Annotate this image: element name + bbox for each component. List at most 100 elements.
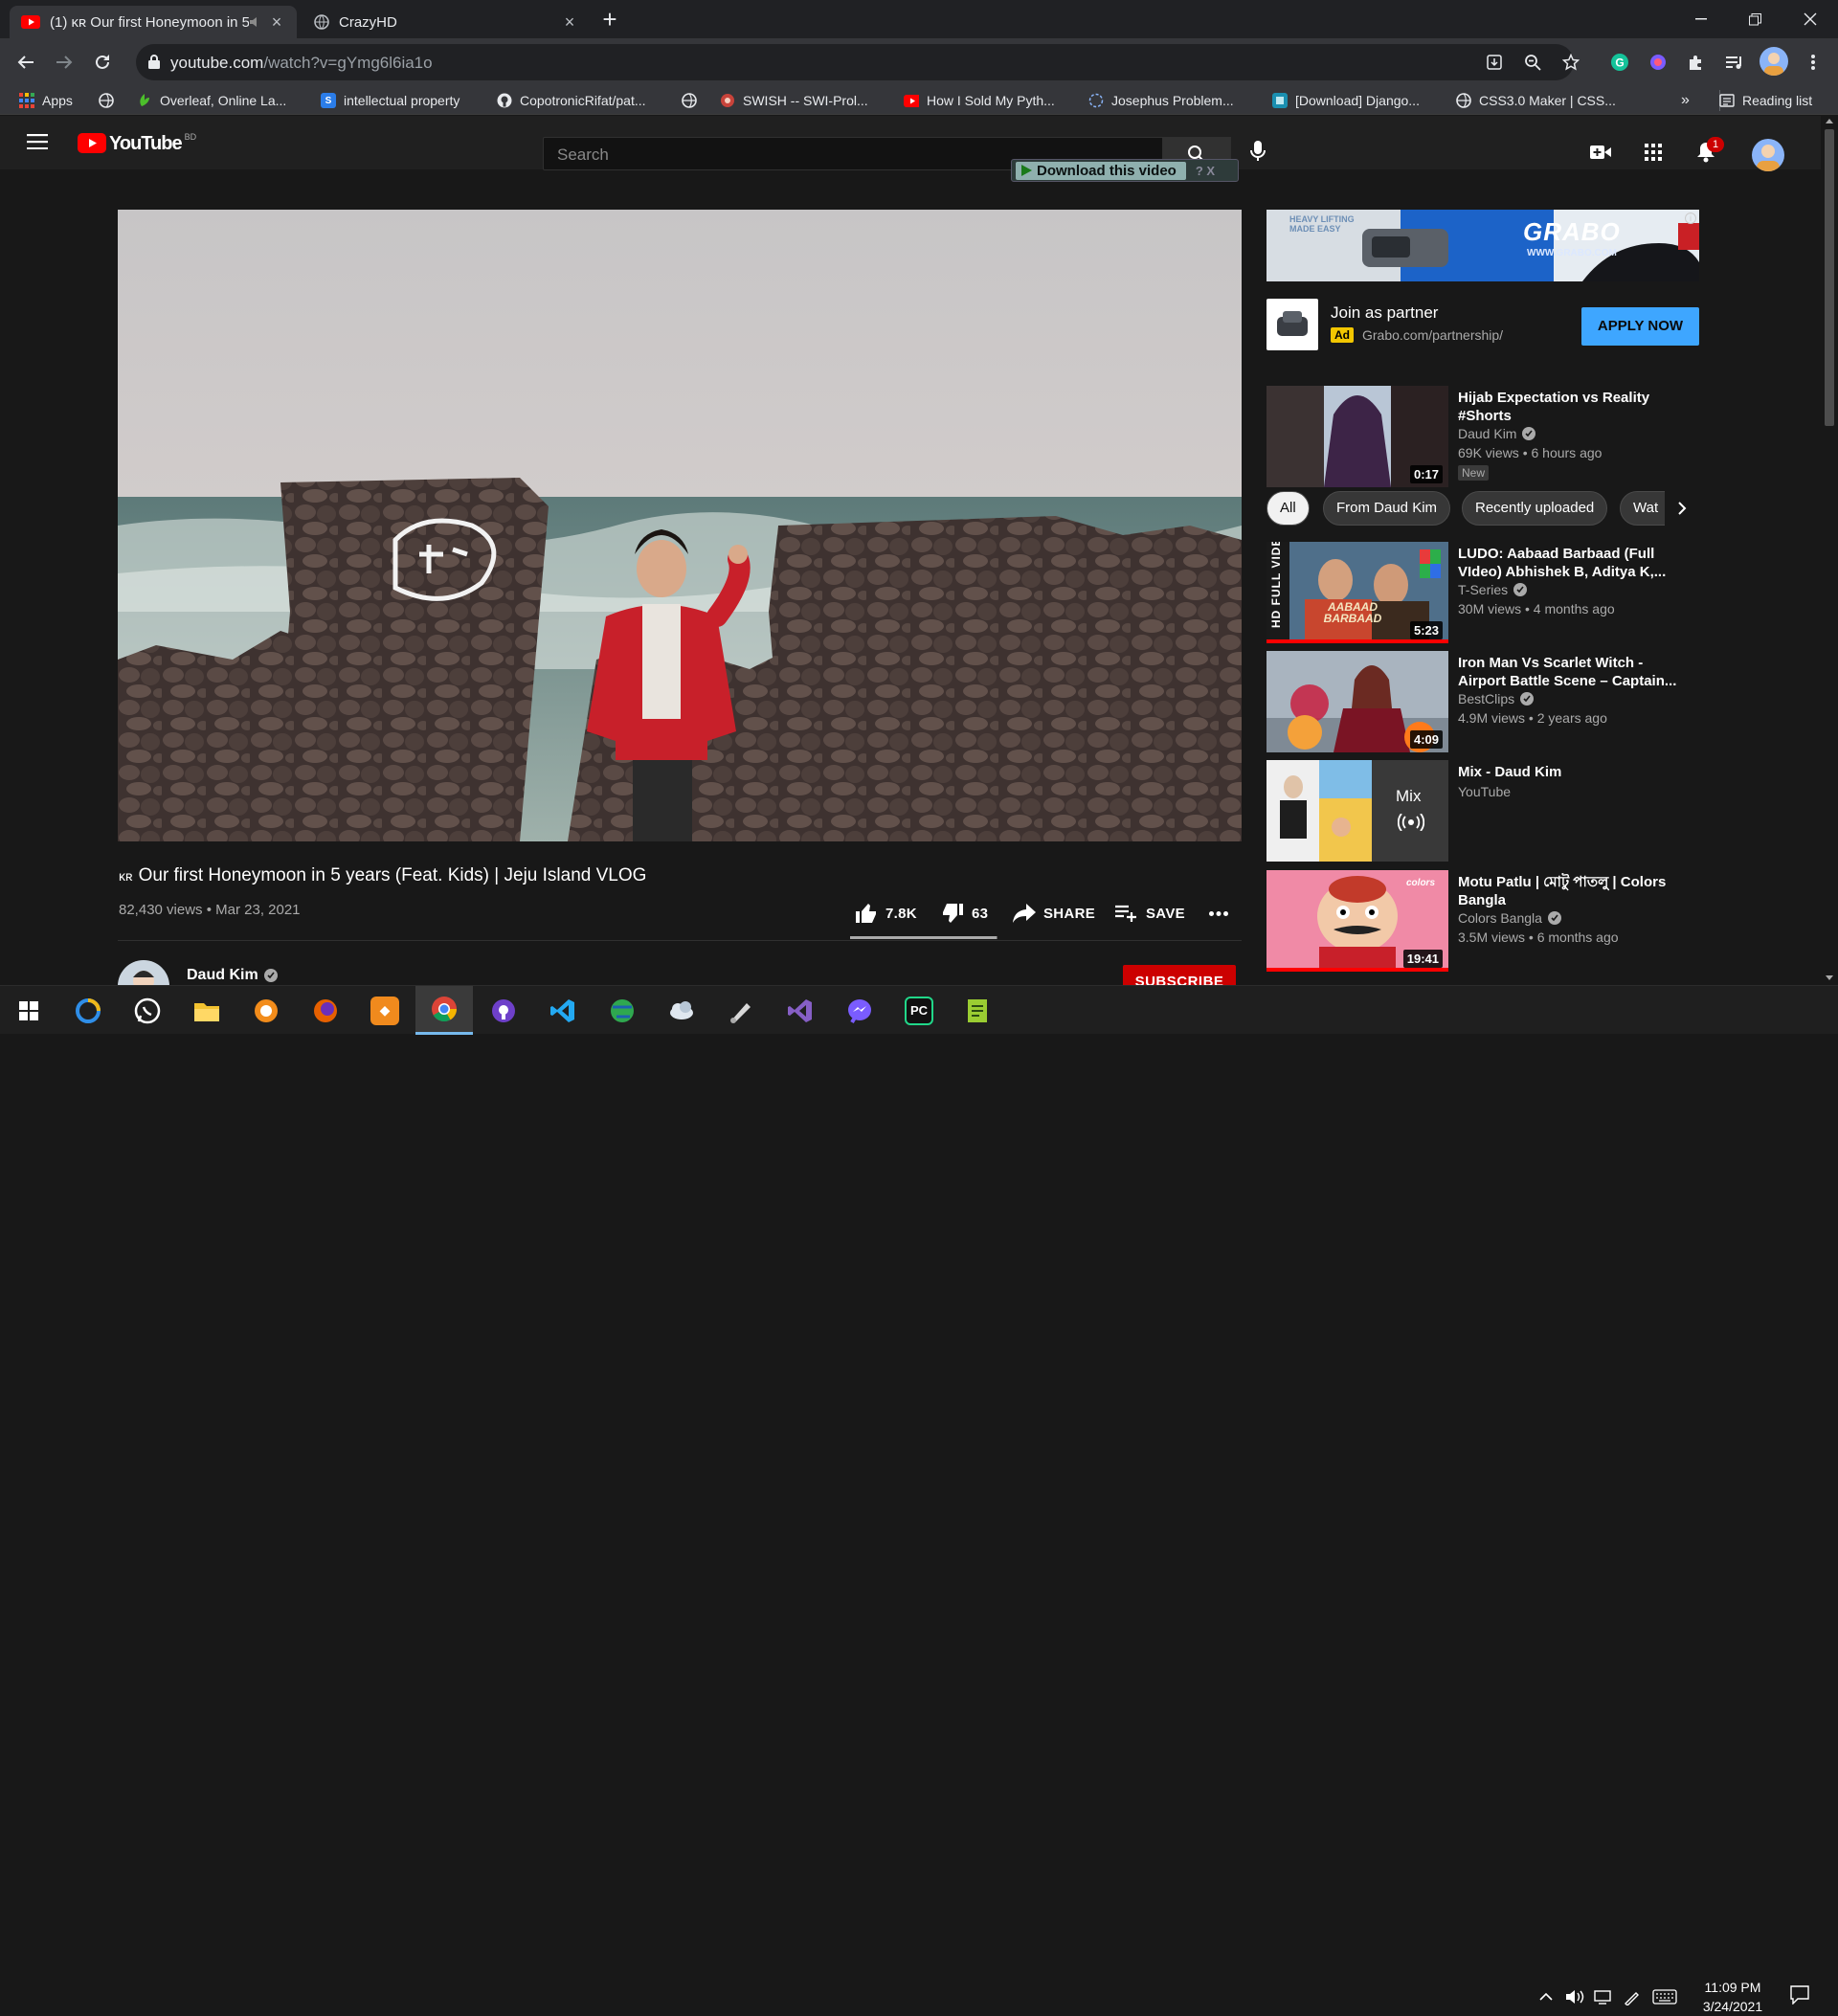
save-button[interactable]: SAVE [1115, 902, 1185, 925]
volume-icon[interactable] [1564, 1986, 1585, 2007]
recommendation-channel[interactable]: Colors Bangla [1458, 910, 1561, 926]
video-thumbnail[interactable]: HD FULL VIDEO AABAAD BARBAAD 5:23 [1266, 542, 1448, 643]
taskbar-app-pycharm[interactable]: PC [890, 986, 948, 1035]
zoom-icon[interactable] [1522, 52, 1543, 73]
network-icon[interactable] [1593, 1986, 1614, 2007]
bookmark-swish[interactable]: SWISH -- SWI-Prol... [720, 90, 868, 111]
create-video-icon[interactable] [1590, 145, 1611, 160]
close-tab-icon[interactable]: × [561, 12, 578, 33]
recommendation-title[interactable]: Iron Man Vs Scarlet Witch - Airport Batt… [1458, 654, 1688, 690]
bookmark-youtube-video[interactable]: How I Sold My Pyth... [904, 90, 1055, 111]
start-button[interactable] [0, 986, 57, 1035]
taskbar-app-visual-studio[interactable] [772, 986, 829, 1035]
tray-chevron-up-icon[interactable] [1535, 1986, 1557, 2007]
video-thumbnail[interactable]: colors 19:41 [1266, 870, 1448, 972]
recommendation-channel[interactable]: BestClips [1458, 691, 1535, 706]
hamburger-menu-icon[interactable] [27, 134, 48, 149]
install-app-icon[interactable] [1484, 52, 1505, 73]
recommendation-title[interactable]: LUDO: Aabaad Barbaad (Full VIdeo) Abhish… [1458, 545, 1688, 581]
bookmark-globe-1[interactable] [99, 90, 122, 111]
recommendation-item[interactable]: 4:09 Iron Man Vs Scarlet Witch - Airport… [1266, 651, 1699, 756]
bookmark-github[interactable]: CopotronicRifat/pat... [497, 90, 646, 111]
grammarly-icon[interactable]: G [1608, 51, 1631, 74]
close-tab-icon[interactable]: × [268, 12, 285, 33]
recommendation-item[interactable]: colors 19:41 Motu Patlu | মোটু পাতলু | C… [1266, 870, 1699, 975]
microphone-icon[interactable] [1250, 141, 1266, 162]
user-avatar[interactable] [1752, 139, 1784, 171]
dislike-button[interactable]: 63 [941, 902, 988, 925]
more-actions-icon[interactable] [1209, 902, 1236, 925]
notification-center-icon[interactable] [1789, 1984, 1810, 2005]
taskbar-app-whatsapp[interactable] [119, 986, 176, 1035]
taskbar-app-maps[interactable] [594, 986, 651, 1035]
recommendation-title[interactable]: Motu Patlu | মোটু পাতলু | Colors Bangla [1458, 873, 1688, 909]
download-video-button[interactable]: Download this video [1016, 161, 1186, 180]
taskbar-app-chrome[interactable] [415, 986, 473, 1035]
recommendation-item[interactable]: HD FULL VIDEO AABAAD BARBAAD 5:23 LUDO: … [1266, 542, 1699, 647]
download-bar-controls[interactable]: ? X [1196, 164, 1215, 178]
bookmark-apps[interactable]: Apps [19, 90, 73, 111]
bookmark-django[interactable]: [Download] Django... [1272, 90, 1420, 111]
taskbar-app-inkscape[interactable] [712, 986, 770, 1035]
ad-card[interactable]: Join as partner Ad Grabo.com/partnership… [1266, 296, 1699, 353]
back-button[interactable] [11, 47, 41, 78]
reload-button[interactable] [87, 47, 118, 78]
bookmark-josephus[interactable]: Josephus Problem... [1088, 90, 1234, 111]
taskbar-app-notepad[interactable] [950, 986, 1007, 1035]
tab-crazyhd[interactable]: CrazyHD × [303, 6, 590, 38]
page-scrollbar[interactable] [1821, 116, 1838, 985]
recommendation-item[interactable]: Mix Mix - Daud Kim YouTube [1266, 760, 1699, 865]
chip-all[interactable]: All [1266, 491, 1310, 526]
apply-now-button[interactable]: APPLY NOW [1581, 307, 1699, 346]
video-thumbnail[interactable]: 4:09 [1266, 651, 1448, 752]
taskbar-app-weather[interactable] [653, 986, 710, 1035]
taskbar-app-github-desktop[interactable] [475, 986, 532, 1035]
scroll-down-arrow-icon[interactable] [1826, 975, 1833, 980]
recommendation-title[interactable]: Hijab Expectation vs Reality #Shorts [1458, 389, 1688, 425]
extensions-puzzle-icon[interactable] [1685, 51, 1708, 74]
reading-list-button[interactable]: Reading list [1719, 90, 1812, 111]
taskbar-app-firefox[interactable] [297, 986, 354, 1035]
bookmark-overleaf[interactable]: Overleaf, Online La... [137, 90, 286, 111]
minimize-button[interactable] [1679, 4, 1723, 34]
recommendation-item[interactable]: 0:17 Hijab Expectation vs Reality #Short… [1266, 386, 1699, 491]
restore-button[interactable] [1733, 4, 1777, 34]
download-video-bar[interactable]: Download this video ? X [1011, 159, 1239, 182]
system-clock[interactable]: 11:09 PM 3/24/2021 [1685, 1978, 1781, 2016]
chip-recently-uploaded[interactable]: Recently uploaded [1462, 491, 1608, 526]
tab-youtube[interactable]: (1) ᴋʀ Our first Honeymoon in 5 years × [10, 6, 297, 38]
new-tab-button[interactable]: + [597, 7, 622, 33]
taskbar-app-messenger[interactable] [831, 986, 888, 1035]
recommendation-channel[interactable]: Daud Kim [1458, 426, 1536, 441]
extension-color-icon[interactable] [1647, 51, 1670, 74]
chip-from-daud-kim[interactable]: From Daud Kim [1323, 491, 1451, 526]
profile-avatar[interactable] [1760, 47, 1788, 76]
scrollbar-thumb[interactable] [1825, 129, 1834, 426]
apps-icon[interactable] [1645, 144, 1662, 161]
recommendation-title[interactable]: Mix - Daud Kim [1458, 763, 1688, 781]
video-thumbnail[interactable]: Mix [1266, 760, 1448, 862]
taskbar-app-cortana[interactable] [59, 986, 117, 1035]
taskbar-app-avast[interactable] [237, 986, 295, 1035]
speaker-muted-icon[interactable] [249, 15, 262, 29]
browser-menu-icon[interactable] [1802, 51, 1825, 74]
lock-icon[interactable] [147, 54, 161, 70]
taskbar-app-explorer[interactable] [178, 986, 235, 1035]
share-button[interactable]: SHARE [1013, 902, 1095, 925]
bookmark-star-icon[interactable] [1560, 52, 1581, 73]
like-button[interactable]: 7.8K [855, 902, 917, 925]
youtube-logo[interactable]: YouTube BD [78, 132, 196, 155]
keyboard-icon[interactable] [1650, 1986, 1679, 2007]
chips-next-arrow-icon[interactable] [1665, 491, 1699, 526]
scroll-up-arrow-icon[interactable] [1826, 119, 1833, 123]
bookmark-intellectual-property[interactable]: S intellectual property [321, 90, 460, 111]
media-control-icon[interactable] [1723, 51, 1746, 74]
bookmark-css-maker[interactable]: CSS3.0 Maker | CSS... [1456, 90, 1616, 111]
video-thumbnail[interactable]: 0:17 [1266, 386, 1448, 487]
forward-button[interactable] [49, 47, 79, 78]
pen-workspace-icon[interactable] [1622, 1986, 1643, 2007]
video-player[interactable] [118, 210, 1242, 841]
recommendation-channel[interactable]: T-Series [1458, 582, 1528, 597]
chip-watched[interactable]: Wat [1620, 491, 1672, 526]
recommendation-channel[interactable]: YouTube [1458, 784, 1511, 799]
